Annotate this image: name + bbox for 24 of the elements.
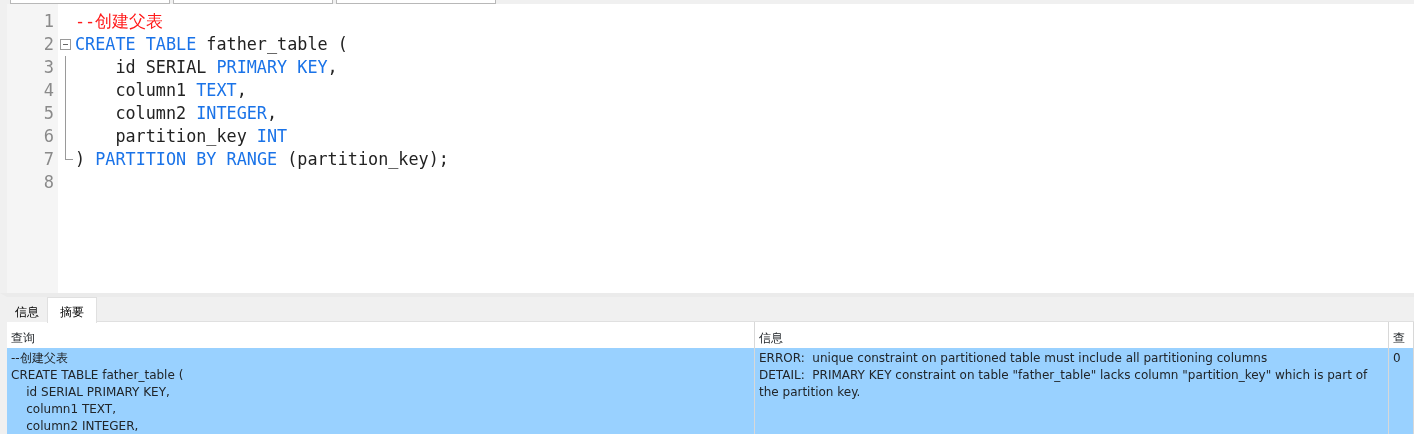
table-cell: 0 bbox=[1389, 348, 1414, 434]
line-number: 1 bbox=[43, 11, 54, 31]
fold-toggle-icon[interactable] bbox=[60, 39, 71, 50]
code-line: column1 TEXT, bbox=[114, 79, 247, 102]
line-number: 3 bbox=[43, 57, 54, 77]
code-line: partition_key INT bbox=[114, 125, 288, 148]
code-line: --创建父表 bbox=[75, 10, 164, 33]
code-line: id SERIAL PRIMARY KEY, bbox=[114, 56, 338, 79]
code-line: ) PARTITION BY RANGE (partition_key); bbox=[75, 148, 449, 171]
line-number: 2 bbox=[43, 34, 54, 54]
result-tab[interactable]: 摘要 bbox=[47, 297, 97, 323]
code-line: CREATE TABLE father_table ( bbox=[75, 33, 348, 56]
line-number: 5 bbox=[43, 103, 54, 123]
table-cell: ERROR: unique constraint on partitioned table must include all partitioning columns DETAIL: PRIMARY KEY constraint on table "father_table" lacks column "partition_key" which is part of the partition key. bbox=[755, 348, 1389, 434]
editor-tab[interactable] bbox=[10, 0, 170, 4]
table-cell: --创建父表 CREATE TABLE father_table ( id SERIAL PRIMARY KEY, column1 TEXT, column2 INTEGER, bbox=[7, 348, 755, 434]
line-number: 8 bbox=[43, 172, 54, 192]
line-number: 7 bbox=[43, 149, 54, 169]
fold-end-icon bbox=[65, 148, 73, 160]
editor-tab[interactable] bbox=[173, 0, 333, 4]
line-number: 4 bbox=[43, 80, 54, 100]
code-line: column2 INTEGER, bbox=[114, 102, 278, 125]
line-number: 6 bbox=[43, 126, 54, 146]
editor-tab[interactable] bbox=[336, 0, 496, 4]
